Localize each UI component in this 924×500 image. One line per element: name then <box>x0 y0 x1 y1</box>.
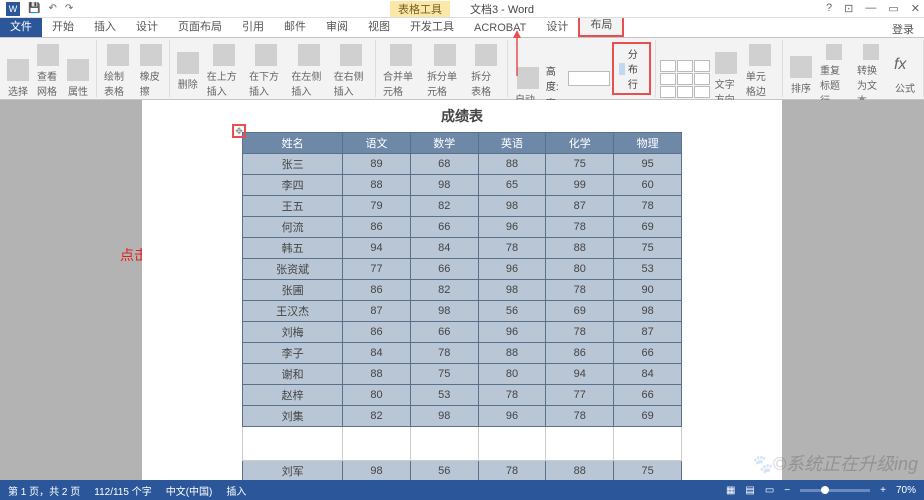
table-row[interactable]: 王五7982988778 <box>243 196 682 217</box>
tab-home[interactable]: 开始 <box>42 15 84 37</box>
distribute-rows-button[interactable]: 分布行 <box>612 42 651 95</box>
select-button[interactable]: 选择 <box>4 57 32 100</box>
table-row[interactable]: 王汉杰8798566998 <box>243 301 682 322</box>
table-row-empty[interactable] <box>243 427 682 461</box>
eraser-button[interactable]: 橡皮擦 <box>137 42 165 100</box>
table-header[interactable]: 物理 <box>614 133 682 154</box>
table-header[interactable]: 姓名 <box>243 133 343 154</box>
zoom-out-icon[interactable]: − <box>784 485 790 496</box>
status-bar: 第 1 页，共 2 页 112/115 个字 中文(中国) 插入 ▦ ▤ ▭ −… <box>0 480 924 500</box>
grades-table[interactable]: 姓名语文数学英语化学物理 张三8968887595李四8898659960王五7… <box>242 132 682 480</box>
ribbon: 选择 查看网格线 属性 表 绘制表格 橡皮擦 绘图 删除 在上方插入 在下方插入… <box>0 38 924 100</box>
undo-icon[interactable]: ↶ <box>48 3 56 14</box>
view-print-icon[interactable]: ▦ <box>726 485 735 496</box>
view-web-icon[interactable]: ▭ <box>765 485 774 496</box>
redo-icon[interactable]: ↷ <box>65 3 73 14</box>
insert-above-button[interactable]: 在上方插入 <box>204 42 244 100</box>
tab-references[interactable]: 引用 <box>232 15 274 37</box>
table-row[interactable]: 刘军9856788875 <box>243 461 682 481</box>
formula-button[interactable]: fx公式 <box>891 54 919 97</box>
table-row[interactable]: 张资斌7766968053 <box>243 259 682 280</box>
tab-file[interactable]: 文件 <box>0 15 42 37</box>
table-row[interactable]: 刘集8298967869 <box>243 406 682 427</box>
status-page[interactable]: 第 1 页，共 2 页 <box>8 483 80 498</box>
convert-text-button[interactable]: 转换为文本 <box>854 42 889 109</box>
table-row[interactable]: 刘梅8666967887 <box>243 322 682 343</box>
table-header[interactable]: 数学 <box>410 133 478 154</box>
tab-review[interactable]: 审阅 <box>316 15 358 37</box>
minimize-icon[interactable]: — <box>865 2 876 15</box>
table-row[interactable]: 赵梓8053787766 <box>243 385 682 406</box>
status-words[interactable]: 112/115 个字 <box>94 483 151 498</box>
callout-arrow-top <box>502 30 532 76</box>
text-direction-button[interactable]: 文字方向 <box>712 50 741 108</box>
table-row[interactable]: 何流8666967869 <box>243 217 682 238</box>
insert-below-button[interactable]: 在下方插入 <box>246 42 286 100</box>
tab-page-layout[interactable]: 页面布局 <box>168 15 232 37</box>
zoom-level[interactable]: 70% <box>896 485 916 496</box>
document-title: 文档3 - Word <box>470 1 534 17</box>
table-header[interactable]: 语文 <box>343 133 411 154</box>
draw-table-button[interactable]: 绘制表格 <box>101 42 135 100</box>
table-row[interactable]: 谢和8875809484 <box>243 364 682 385</box>
tab-table-design[interactable]: 设计 <box>536 15 578 37</box>
zoom-in-icon[interactable]: + <box>880 485 886 496</box>
sort-button[interactable]: 排序 <box>787 54 815 97</box>
split-cells-button[interactable]: 拆分单元格 <box>424 42 466 100</box>
repeat-header-button[interactable]: 重复标题行 <box>817 42 852 109</box>
properties-button[interactable]: 属性 <box>64 57 92 100</box>
height-input[interactable] <box>568 71 609 86</box>
status-mode: 插入 <box>226 483 246 498</box>
tab-view[interactable]: 视图 <box>358 15 400 37</box>
page: 成绩表 ✥ 姓名语文数学英语化学物理 张三8968887595李四8898659… <box>142 100 782 480</box>
watermark: 🐾©系统正在升级ing <box>750 450 918 476</box>
ribbon-tabs: 文件 开始 插入 设计 页面布局 引用 邮件 审阅 视图 开发工具 ACROBA… <box>0 18 924 38</box>
tab-design[interactable]: 设计 <box>126 15 168 37</box>
zoom-slider[interactable] <box>800 489 870 492</box>
split-table-button[interactable]: 拆分表格 <box>468 42 503 100</box>
insert-right-button[interactable]: 在右侧插入 <box>331 42 371 100</box>
table-row[interactable]: 李四8898659960 <box>243 175 682 196</box>
table-row[interactable]: 张三8968887595 <box>243 154 682 175</box>
ribbon-options-icon[interactable]: ⊡ <box>844 2 853 15</box>
insert-left-button[interactable]: 在左侧插入 <box>288 42 328 100</box>
table-row[interactable]: 李子8478888666 <box>243 343 682 364</box>
merge-cells-button[interactable]: 合并单元格 <box>380 42 422 100</box>
table-header[interactable]: 化学 <box>546 133 614 154</box>
tab-developer[interactable]: 开发工具 <box>400 15 464 37</box>
login-link[interactable]: 登录 <box>892 21 924 37</box>
help-icon[interactable]: ? <box>826 2 832 15</box>
close-icon[interactable]: ✕ <box>911 2 920 15</box>
table-row[interactable]: 韩五9484788875 <box>243 238 682 259</box>
table-row[interactable]: 张圃8682987890 <box>243 280 682 301</box>
height-label: 高度: <box>546 63 565 93</box>
word-icon: W <box>6 2 20 16</box>
table-header[interactable]: 英语 <box>478 133 546 154</box>
tab-insert[interactable]: 插入 <box>84 15 126 37</box>
document-area[interactable]: 点击全选表格 成绩表 ✥ 姓名语文数学英语化学物理 张三8968887595李四… <box>0 100 924 480</box>
alignment-grid[interactable] <box>660 60 710 98</box>
table-title: 成绩表 <box>242 100 682 132</box>
save-icon[interactable]: 💾 <box>28 3 40 14</box>
quick-access-toolbar: W 💾 ↶ ↷ <box>0 2 79 16</box>
status-lang[interactable]: 中文(中国) <box>166 483 213 498</box>
delete-button[interactable]: 删除 <box>174 50 202 93</box>
view-read-icon[interactable]: ▤ <box>745 485 754 496</box>
table-select-handle[interactable]: ✥ <box>232 124 246 138</box>
maximize-icon[interactable]: ▭ <box>888 2 898 15</box>
tab-mailings[interactable]: 邮件 <box>274 15 316 37</box>
contextual-tab-label: 表格工具 <box>390 1 450 17</box>
title-bar: W 💾 ↶ ↷ 表格工具 文档3 - Word ? ⊡ — ▭ ✕ <box>0 0 924 18</box>
